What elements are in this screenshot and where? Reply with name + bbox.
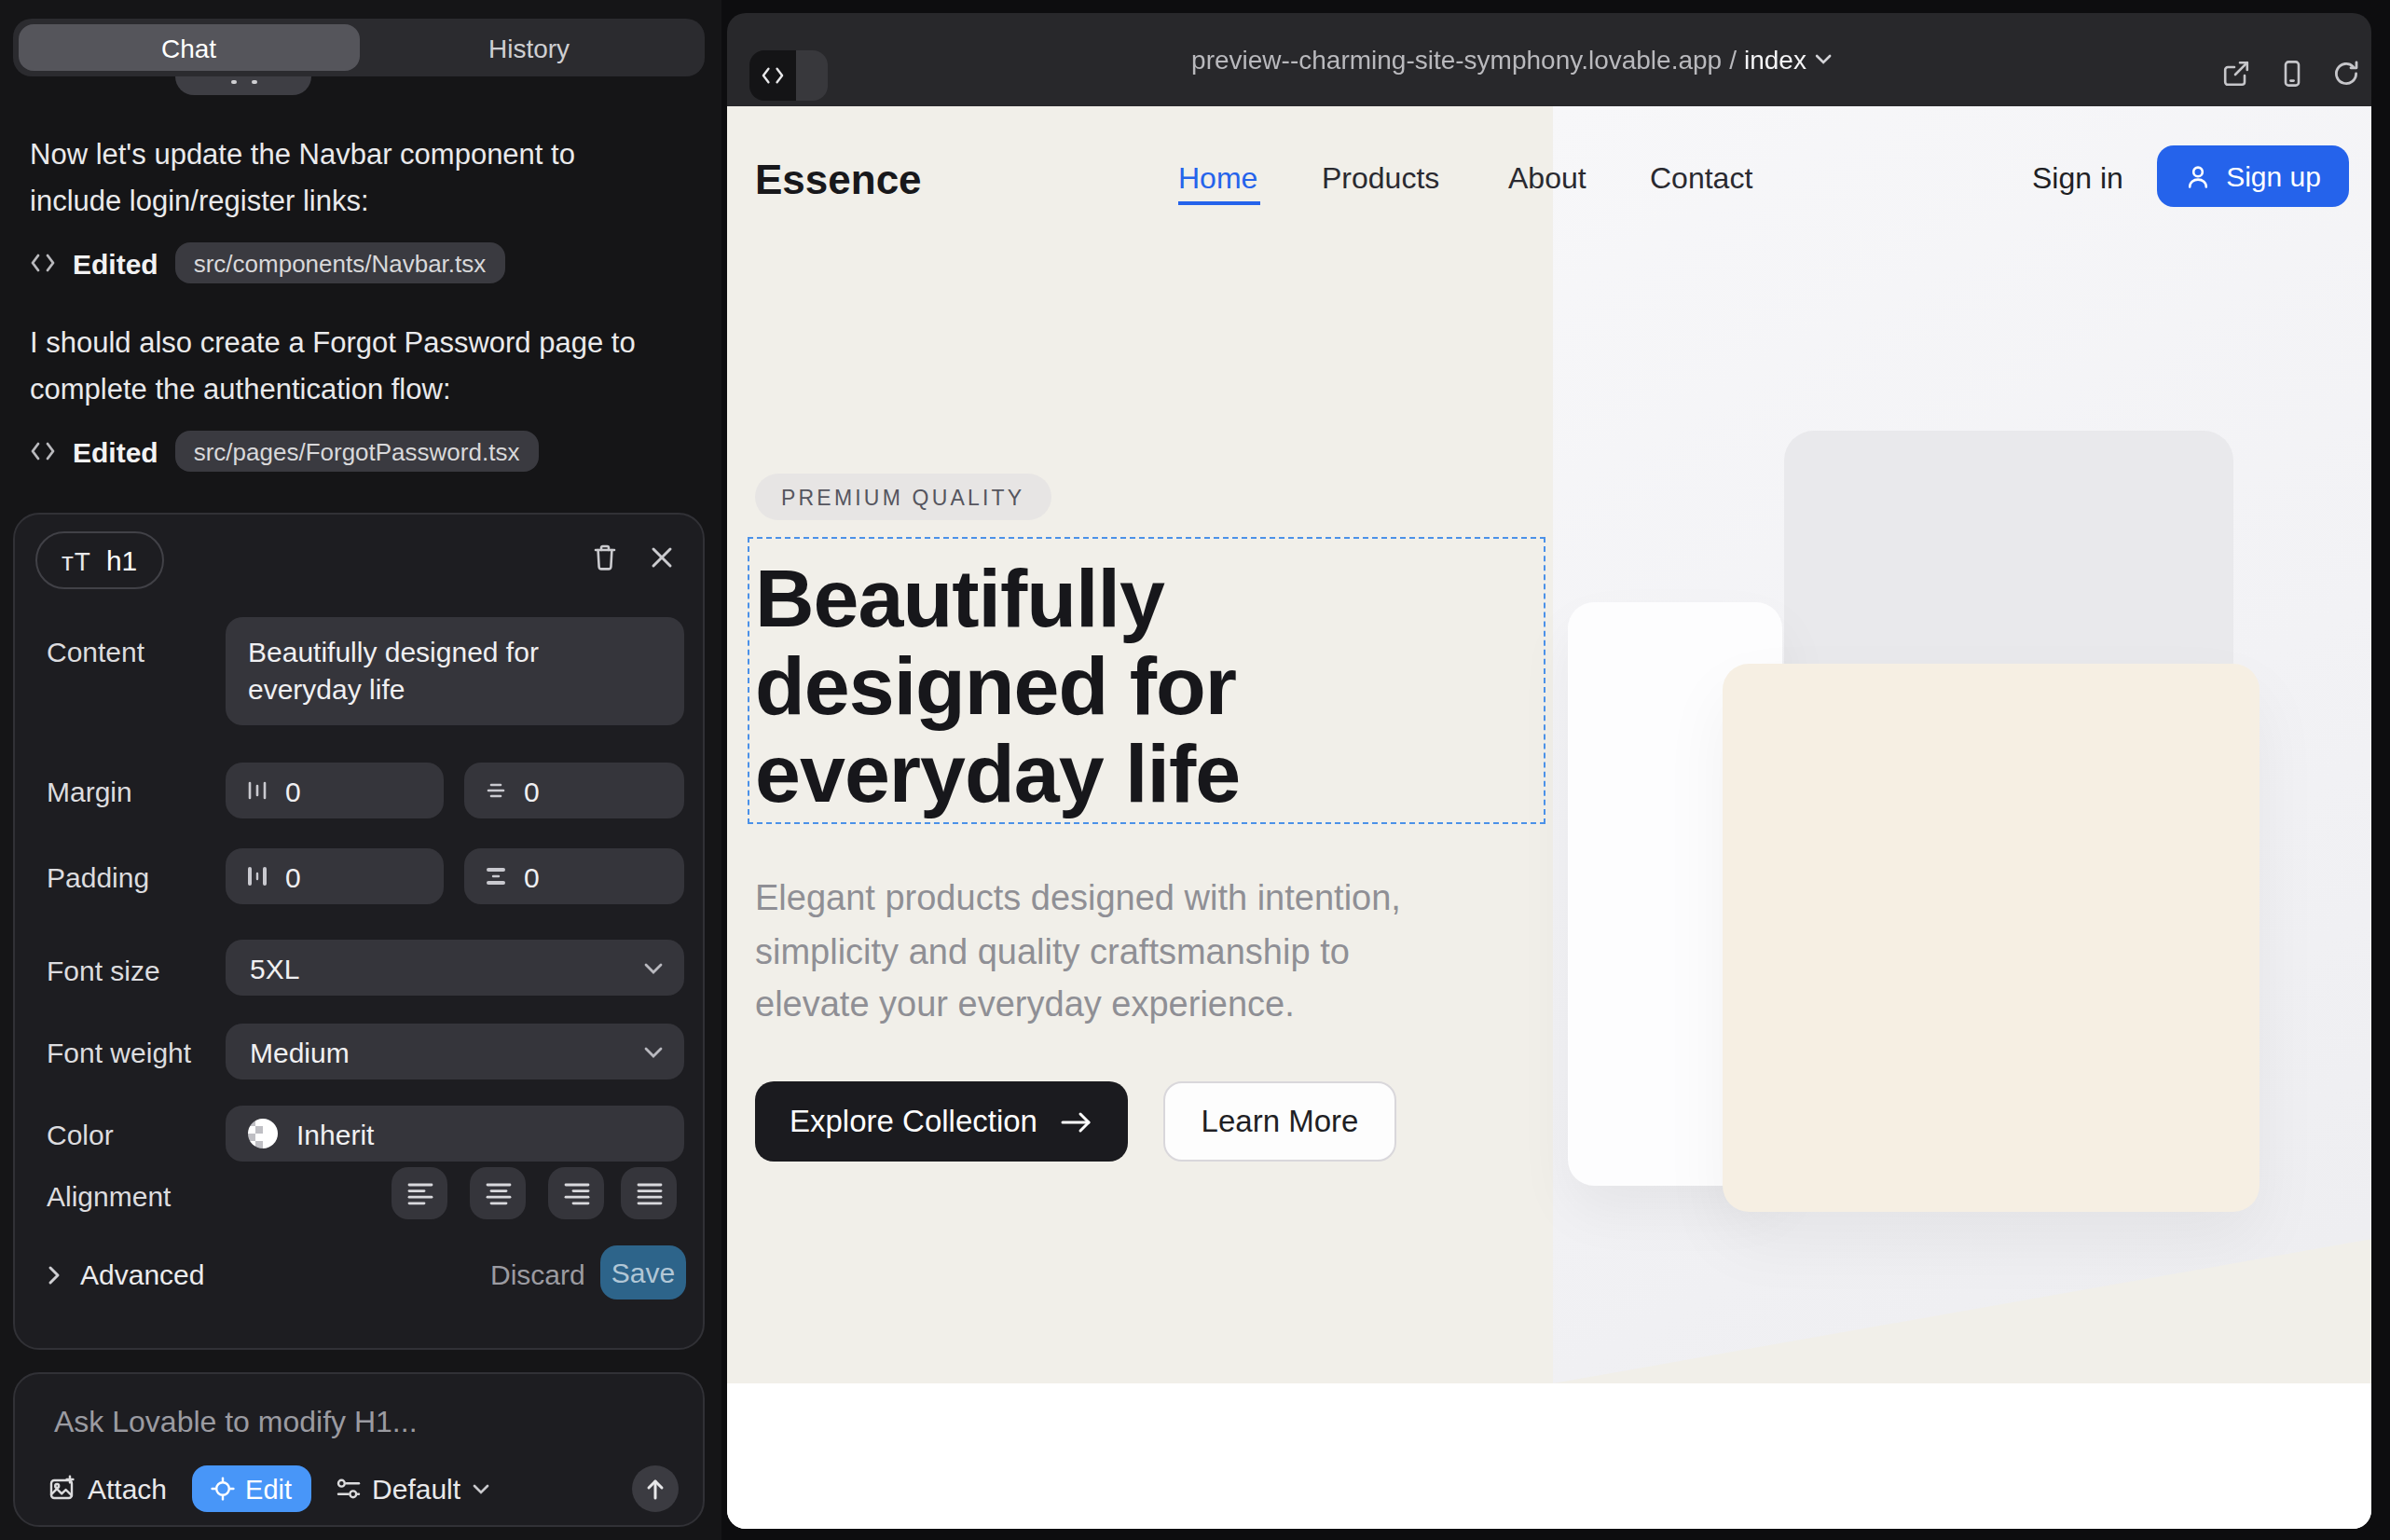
padding-x-icon — [246, 865, 268, 887]
edited-file-row: Edited src/components/Navbar.tsx — [30, 239, 504, 287]
chat-message: Now let's update the Navbar component to… — [30, 132, 660, 224]
edited-file-row: Edited src/pages/ForgotPassword.tsx — [30, 427, 538, 475]
margin-x-input[interactable]: 0 — [226, 763, 444, 818]
nav-active-underline — [1178, 201, 1260, 205]
tab-history[interactable]: History — [359, 24, 699, 71]
prompt-box[interactable]: Ask Lovable to modify H1... Attach Edit … — [13, 1372, 705, 1527]
attach-button[interactable]: Attach — [48, 1473, 167, 1505]
chevron-down-icon — [643, 961, 664, 974]
margin-y-input[interactable]: 0 — [464, 763, 684, 818]
target-icon — [210, 1477, 234, 1501]
color-swatch — [248, 1119, 278, 1148]
font-weight-label: Font weight — [47, 1037, 191, 1068]
code-icon — [30, 440, 56, 462]
sliders-icon — [335, 1477, 361, 1501]
edit-mode-button[interactable]: Edit — [191, 1465, 310, 1512]
clipped-chip — [175, 76, 311, 95]
file-chip[interactable]: src/pages/ForgotPassword.tsx — [175, 431, 539, 472]
hero-heading[interactable]: Beautifully designed for everyday life — [755, 554, 1240, 817]
element-editor: тT h1 Content Beautifully designed for e… — [13, 513, 705, 1350]
preview-pane: preview--charming-site-symphony.lovable.… — [727, 13, 2371, 1529]
site-logo[interactable]: Essence — [755, 157, 922, 205]
padding-label: Padding — [47, 861, 149, 893]
padding-x-input[interactable]: 0 — [226, 848, 444, 904]
site-canvas: Essence Home Products About Contact Sign… — [727, 106, 2371, 1529]
code-icon — [30, 252, 56, 274]
text-type-icon: тT — [62, 545, 91, 575]
open-external-button[interactable] — [2222, 60, 2250, 88]
code-preview-toggle[interactable] — [749, 50, 828, 101]
delete-element-button[interactable] — [587, 541, 621, 574]
alignment-label: Alignment — [47, 1180, 171, 1212]
edited-label: Edited — [73, 247, 158, 279]
content-input[interactable]: Beautifully designed for everyday life — [226, 617, 684, 725]
section-below — [727, 1383, 2371, 1529]
padding-y-input[interactable]: 0 — [464, 848, 684, 904]
hero-paragraph: Elegant products designed with intention… — [755, 873, 1467, 1032]
padding-y-icon — [485, 865, 507, 887]
edited-label: Edited — [73, 435, 158, 467]
code-icon — [749, 50, 796, 101]
chevron-down-icon — [472, 1483, 490, 1494]
chevron-down-icon — [643, 1045, 664, 1058]
attach-image-icon — [48, 1475, 76, 1503]
element-tag-chip[interactable]: тT h1 — [35, 531, 163, 589]
font-size-select[interactable]: 5XL — [226, 940, 684, 996]
nav-products[interactable]: Products — [1322, 162, 1439, 196]
user-icon — [2185, 163, 2211, 189]
align-right-button[interactable] — [548, 1167, 604, 1219]
toggle-handle — [796, 50, 828, 101]
hero-badge: PREMIUM QUALITY — [755, 474, 1051, 520]
font-size-label: Font size — [47, 955, 160, 986]
file-chip[interactable]: src/components/Navbar.tsx — [175, 242, 505, 283]
align-center-button[interactable] — [470, 1167, 526, 1219]
chat-message: I should also create a Forgot Password p… — [30, 321, 660, 412]
align-justify-button[interactable] — [621, 1167, 677, 1219]
discard-button[interactable]: Discard — [490, 1258, 585, 1290]
margin-x-icon — [246, 779, 268, 802]
chevron-down-icon — [1814, 54, 1833, 65]
arrow-up-icon — [643, 1477, 667, 1501]
decor-card-cream — [1723, 664, 2260, 1212]
chevron-right-icon — [47, 1263, 62, 1286]
prompt-placeholder: Ask Lovable to modify H1... — [54, 1406, 418, 1439]
refresh-button[interactable] — [2332, 60, 2360, 88]
color-select[interactable]: Inherit — [226, 1106, 684, 1162]
margin-y-icon — [485, 779, 507, 802]
nav-about[interactable]: About — [1508, 162, 1586, 196]
content-label: Content — [47, 636, 144, 667]
align-left-button[interactable] — [391, 1167, 447, 1219]
font-weight-select[interactable]: Medium — [226, 1024, 684, 1079]
tabbar: Chat History — [13, 19, 705, 76]
nav-contact[interactable]: Contact — [1650, 162, 1752, 196]
element-tag: h1 — [106, 544, 137, 576]
learn-more-button[interactable]: Learn More — [1163, 1081, 1396, 1162]
save-button[interactable]: Save — [600, 1245, 686, 1299]
sign-in-link[interactable]: Sign in — [2032, 162, 2123, 196]
margin-label: Margin — [47, 776, 132, 807]
send-button[interactable] — [632, 1465, 679, 1512]
arrow-right-icon — [1062, 1110, 1093, 1133]
preview-url[interactable]: preview--charming-site-symphony.lovable.… — [1191, 13, 1833, 106]
tab-chat[interactable]: Chat — [19, 24, 359, 71]
chat-panel: Chat History Now let's update the Navbar… — [0, 0, 721, 1540]
advanced-toggle[interactable]: Advanced — [47, 1258, 204, 1290]
mobile-view-button[interactable] — [2278, 60, 2306, 88]
close-editor-button[interactable] — [645, 541, 679, 574]
color-label: Color — [47, 1119, 114, 1150]
sign-up-button[interactable]: Sign up — [2157, 145, 2349, 207]
explore-collection-button[interactable]: Explore Collection — [755, 1081, 1128, 1162]
nav-home[interactable]: Home — [1178, 162, 1257, 196]
mode-select[interactable]: Default — [335, 1473, 490, 1505]
